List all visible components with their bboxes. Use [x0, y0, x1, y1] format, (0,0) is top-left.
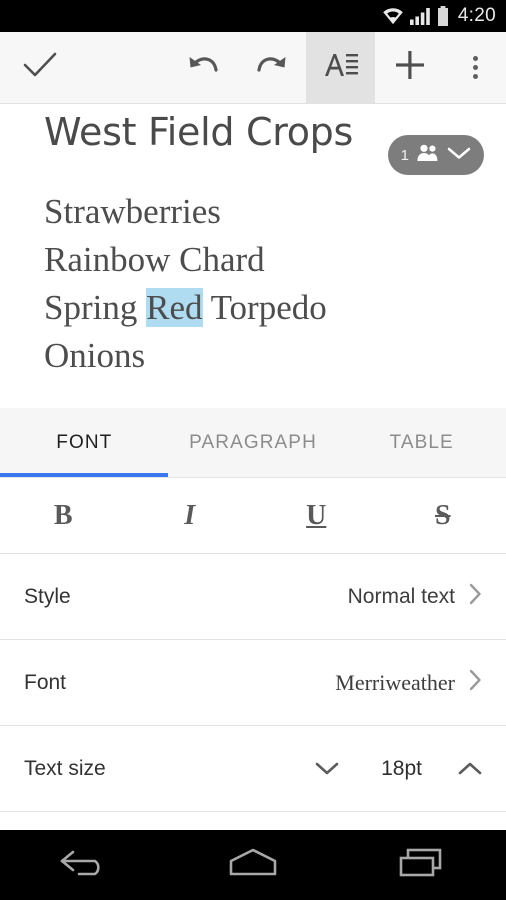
chevron-up-icon: [458, 761, 482, 776]
android-nav-bar: [0, 830, 506, 900]
style-row[interactable]: Style Normal text: [0, 554, 506, 640]
underline-icon: U: [306, 500, 326, 532]
tab-table[interactable]: TABLE: [337, 408, 506, 477]
font-row[interactable]: Font Merriweather: [0, 640, 506, 726]
strikethrough-icon: S: [435, 500, 451, 532]
overflow-menu-icon: [473, 56, 478, 79]
text-style-buttons: B I U S: [0, 478, 506, 554]
battery-icon: [437, 6, 449, 26]
line-text-after-selection: Torpedo: [203, 288, 327, 327]
underline-button[interactable]: U: [253, 478, 380, 553]
chevron-down-icon: [447, 146, 471, 165]
document-body[interactable]: Strawberries Rainbow Chard Spring Red To…: [44, 188, 462, 380]
redo-icon: [255, 51, 289, 84]
style-row-label: Style: [24, 585, 348, 609]
line-text-before-selection: Spring: [44, 288, 146, 327]
done-checkmark-icon: [23, 51, 57, 84]
document-line-with-selection: Spring Red Torpedo: [44, 284, 462, 332]
app-root: 4:20: [0, 0, 506, 900]
document-line: Onions: [44, 332, 462, 380]
decrease-text-size-button[interactable]: [315, 761, 339, 776]
add-button[interactable]: [375, 32, 444, 103]
bold-icon: B: [54, 500, 73, 532]
chevron-right-icon: [469, 669, 482, 696]
plus-icon: [394, 49, 426, 86]
back-icon: [57, 846, 111, 885]
document-line: Rainbow Chard: [44, 236, 462, 284]
format-button[interactable]: [306, 32, 375, 103]
text-size-row: Text size 18pt: [0, 726, 506, 812]
tab-paragraph[interactable]: PARAGRAPH: [169, 408, 338, 477]
text-size-value: 18pt: [381, 757, 422, 781]
document-line: Strawberries: [44, 188, 462, 236]
home-icon: [225, 846, 281, 885]
undo-button[interactable]: [168, 32, 237, 103]
status-bar: 4:20: [0, 0, 506, 32]
document-area[interactable]: West Field Crops 1 Strawberries Rainbow …: [0, 104, 506, 408]
collaborators-badge[interactable]: 1: [388, 135, 484, 175]
chevron-down-icon: [315, 761, 339, 776]
format-tabs: FONT PARAGRAPH TABLE: [0, 408, 506, 478]
text-size-label: Text size: [24, 757, 315, 781]
undo-icon: [186, 51, 220, 84]
redo-button[interactable]: [237, 32, 306, 103]
font-row-value: Merriweather: [335, 670, 455, 696]
active-tab-indicator: [0, 473, 168, 477]
bold-button[interactable]: B: [0, 478, 127, 553]
italic-icon: I: [184, 500, 195, 532]
people-icon: [416, 143, 440, 167]
selected-text[interactable]: Red: [146, 288, 202, 327]
done-button[interactable]: [0, 32, 80, 103]
recents-icon: [396, 846, 448, 885]
increase-text-size-button[interactable]: [458, 761, 482, 776]
editor-toolbar: [0, 32, 506, 104]
italic-button[interactable]: I: [127, 478, 254, 553]
format-text-icon: [323, 50, 359, 85]
wifi-icon: [382, 7, 404, 25]
cellular-signal-icon: [410, 7, 431, 25]
collaborator-count: 1: [401, 147, 409, 164]
chevron-right-icon: [469, 583, 482, 610]
nav-home-button[interactable]: [169, 846, 338, 885]
strikethrough-button[interactable]: S: [380, 478, 506, 553]
nav-back-button[interactable]: [0, 846, 169, 885]
nav-recents-button[interactable]: [337, 846, 506, 885]
font-row-label: Font: [24, 671, 335, 695]
tab-font[interactable]: FONT: [0, 408, 169, 477]
more-options-button[interactable]: [444, 32, 506, 103]
format-panel: FONT PARAGRAPH TABLE B I U S Style Norma…: [0, 408, 506, 830]
toolbar-spacer: [80, 32, 168, 103]
status-bar-clock: 4:20: [458, 5, 496, 27]
style-row-value: Normal text: [348, 585, 455, 609]
